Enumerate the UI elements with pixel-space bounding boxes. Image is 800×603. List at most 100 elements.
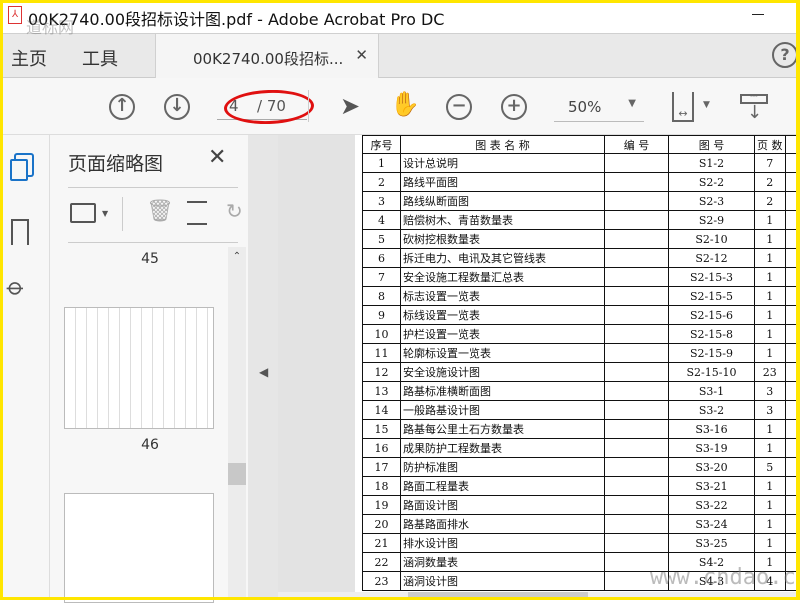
- delete-icon[interactable]: 🗑: [146, 199, 174, 224]
- table-cell: 2: [362, 172, 401, 192]
- hand-tool-icon[interactable]: ✋: [390, 90, 420, 118]
- table-cell: S2-2: [668, 172, 755, 192]
- options-chevron-icon[interactable]: ▼: [102, 209, 108, 218]
- table-cell: [784, 172, 800, 192]
- table-cell: [604, 419, 669, 439]
- table-cell: [784, 267, 800, 287]
- table-cell: [604, 210, 669, 230]
- acrobat-icon: ⅄: [8, 6, 22, 24]
- table-cell: 5: [754, 457, 786, 477]
- close-tab-icon[interactable]: ✕: [355, 46, 368, 64]
- table-cell: S2-12: [668, 248, 755, 268]
- table-cell: S2-3: [668, 191, 755, 211]
- horizontal-scrollbar[interactable]: [278, 592, 800, 600]
- header-cell: [784, 135, 800, 154]
- table-cell: S3-2: [668, 400, 755, 420]
- table-cell: 标线设置一览表: [400, 305, 605, 325]
- toolbar: ↑ ↓ 4 / 70 ➤ ✋ − + 50% ▼ ↔ ▼ ···· ↓: [0, 78, 800, 135]
- table-cell: 涵洞数量表: [400, 552, 605, 572]
- table-cell: [784, 438, 800, 458]
- table-cell: 18: [362, 476, 401, 496]
- table-cell: 7: [754, 153, 786, 173]
- scrollbar-thumb[interactable]: [228, 463, 246, 485]
- table-cell: S3-22: [668, 495, 755, 515]
- table-cell: 设计总说明: [400, 153, 605, 173]
- table-cell: 安全设施设计图: [400, 362, 605, 382]
- table-row: 7 安全设施工程数量汇总表 S2-15-3 1: [362, 267, 800, 287]
- table-cell: [604, 229, 669, 249]
- chevron-down-icon: ▼: [628, 98, 636, 109]
- next-page-button[interactable]: ↓: [164, 94, 190, 120]
- table-cell: 路线平面图: [400, 172, 605, 192]
- table-cell: 1: [754, 248, 786, 268]
- table-cell: 2: [754, 172, 786, 192]
- attachment-icon[interactable]: ⌀: [1, 272, 31, 302]
- table-cell: [604, 362, 669, 382]
- table-cell: [604, 438, 669, 458]
- thumbnail-options-icon[interactable]: [70, 203, 96, 223]
- table-cell: 1: [754, 210, 786, 230]
- scrollbar-thumb[interactable]: [408, 592, 588, 600]
- table-row: 4 赔偿树木、青苗数量表 S2-9 1: [362, 210, 800, 230]
- tab-document[interactable]: 00K2740.00段招标... ✕: [155, 34, 379, 78]
- table-cell: 21: [362, 533, 401, 553]
- document-view[interactable]: 序号 图 表 名 称 编 号 图 号 页 数 1 设计总说明 S1-2 7 2 路线平面图…: [278, 135, 800, 600]
- table-cell: 1: [754, 495, 786, 515]
- page-thumbnail[interactable]: [64, 493, 214, 603]
- close-panel-icon[interactable]: ✕: [208, 145, 226, 170]
- window-title: 00K2740.00段招标设计图.pdf - Adobe Acrobat Pro…: [28, 10, 445, 29]
- watermark-logo: 道标网: [26, 18, 75, 37]
- table-cell: 一般路基设计图: [400, 400, 605, 420]
- watermark-url: www.cndao.com: [650, 565, 800, 590]
- bookmark-icon[interactable]: [11, 219, 29, 245]
- table-cell: S2-9: [668, 210, 755, 230]
- pdf-page: 序号 图 表 名 称 编 号 图 号 页 数 1 设计总说明 S1-2 7 2 路线平面图…: [355, 135, 800, 600]
- table-row: 5 砍树挖根数量表 S2-10 1: [362, 229, 800, 249]
- divider: [68, 242, 238, 243]
- table-cell: [604, 267, 669, 287]
- table-cell: [604, 172, 669, 192]
- table-row: 3 路线纵断面图 S2-3 2: [362, 191, 800, 211]
- thumbnail-scrollbar[interactable]: ⌃: [228, 247, 246, 600]
- table-cell: 8: [362, 286, 401, 306]
- rotate-icon[interactable]: ↻: [226, 199, 243, 223]
- zoom-out-button[interactable]: −: [446, 94, 472, 120]
- minimize-button[interactable]: [752, 14, 764, 15]
- zoom-select[interactable]: 50% ▼: [554, 94, 644, 122]
- table-cell: [604, 400, 669, 420]
- table-cell: 15: [362, 419, 401, 439]
- table-cell: S3-1: [668, 381, 755, 401]
- table-cell: 防护标准图: [400, 457, 605, 477]
- scroll-up-icon[interactable]: ⌃: [228, 247, 246, 262]
- previous-page-button[interactable]: ↑: [109, 94, 135, 120]
- select-arrow-icon[interactable]: ➤: [340, 92, 360, 120]
- help-button[interactable]: ?: [772, 42, 798, 68]
- table-cell: 1: [754, 305, 786, 325]
- table-cell: 19: [362, 495, 401, 515]
- table-cell: 14: [362, 400, 401, 420]
- tab-tools[interactable]: 工具: [82, 45, 118, 71]
- table-cell: 1: [754, 286, 786, 306]
- insert-page-icon[interactable]: [187, 201, 207, 225]
- thumbnails-panel: 页面缩略图 ✕ ▼ 🗑 ↻ 45 46: [50, 135, 248, 603]
- table-cell: [604, 533, 669, 553]
- page-thumbnails-icon[interactable]: [10, 159, 28, 181]
- table-cell: 10: [362, 324, 401, 344]
- fit-dropdown-chevron-icon[interactable]: ▼: [703, 100, 710, 110]
- page-thumbnail[interactable]: [64, 307, 214, 429]
- table-cell: S3-21: [668, 476, 755, 496]
- collapse-panel-button[interactable]: ◀: [248, 135, 278, 600]
- document-tab-label: 00K2740.00段招标...: [193, 50, 344, 68]
- table-cell: 3: [754, 381, 786, 401]
- zoom-in-button[interactable]: +: [501, 94, 527, 120]
- fit-page-icon[interactable]: ↔: [672, 92, 694, 122]
- table-row: 11 轮廓标设置一览表 S2-15-9 1: [362, 343, 800, 363]
- table-cell: 1: [754, 419, 786, 439]
- table-row: 9 标线设置一览表 S2-15-6 1: [362, 305, 800, 325]
- table-row: 12 安全设施设计图 S2-15-10 23: [362, 362, 800, 382]
- table-cell: [784, 533, 800, 553]
- tab-home[interactable]: 主页: [11, 45, 47, 71]
- table-cell: 22: [362, 552, 401, 572]
- table-cell: 涵洞设计图: [400, 571, 605, 591]
- header-cell: 序号: [362, 135, 401, 154]
